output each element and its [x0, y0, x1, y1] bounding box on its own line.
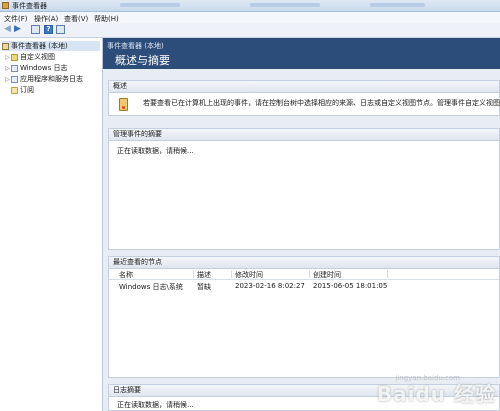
show-hide-console-tree-button[interactable] — [31, 25, 40, 34]
overview-text: 若要查看已在计算机上出现的事件，请在控制台树中选择相应的来源、日志或自定义视图节… — [143, 99, 500, 107]
admin-events-panel: 管理事件的摘要 正在读取数据，请稍候... — [108, 128, 500, 250]
forward-button[interactable]: ▶ — [13, 25, 22, 34]
event-log-icon — [119, 98, 128, 111]
subscription-icon — [11, 86, 18, 94]
tree-item-label: 应用程序和服务日志 — [20, 75, 83, 83]
tree-item-label: 订阅 — [20, 86, 34, 94]
tree-root-label: 事件查看器 (本地) — [11, 42, 68, 50]
table-row[interactable]: Windows 日志\系统 暂缺 2023-02-16 8:02:27 2015… — [109, 281, 499, 291]
toolbar: ◀ ▶ ? — [0, 23, 500, 38]
loading-text: 正在读取数据，请稍候... — [117, 401, 194, 409]
forward-arrow-icon: ▶ — [14, 24, 21, 34]
cell-description: 暂缺 — [197, 283, 211, 291]
help-icon: ? — [46, 25, 51, 33]
cell-name: Windows 日志\系统 — [119, 283, 183, 291]
column-header-modified[interactable]: 修改时间 — [235, 270, 263, 280]
event-viewer-icon — [2, 42, 9, 50]
help-button[interactable]: ? — [44, 25, 53, 34]
blurred-tab — [120, 3, 180, 7]
expand-arrow-icon[interactable]: ▷ — [4, 54, 11, 61]
recent-nodes-panel: 最近查看的节点 名称 描述 修改时间 创建时间 Windows 日志\系统 暂缺… — [108, 256, 500, 378]
blurred-tab — [370, 3, 425, 7]
blurred-tab — [250, 3, 320, 7]
column-header-created[interactable]: 创建时间 — [313, 270, 341, 280]
folder-icon — [11, 53, 18, 61]
panel-title: 最近查看的节点 — [113, 258, 162, 266]
table-header: 名称 描述 修改时间 创建时间 — [109, 269, 499, 280]
column-header-description[interactable]: 描述 — [197, 270, 211, 280]
event-viewer-app-icon — [2, 2, 9, 9]
menu-bar: 文件(F) 操作(A) 查看(V) 帮助(H) — [0, 12, 500, 23]
panel-title: 日志摘要 — [113, 386, 141, 394]
cell-created: 2015-06-05 18:01:05 — [313, 282, 388, 290]
loading-text: 正在读取数据，请稍候... — [117, 147, 194, 155]
tree-item-windows-logs[interactable]: ▷ Windows 日志 — [4, 63, 67, 73]
breadcrumb: 事件查看器 (本地) — [107, 42, 164, 50]
panel-title: 概述 — [113, 82, 127, 90]
tree-item-subscriptions[interactable]: 订阅 — [4, 85, 34, 95]
title-bar: 事件查看器 — [0, 0, 500, 12]
watermark-url: jingyan.baidu.com — [395, 374, 460, 382]
back-button[interactable]: ◀ — [3, 25, 12, 34]
tree-item-label: 自定义视图 — [20, 53, 55, 61]
content-header: 事件查看器 (本地) 概述与摘要 — [103, 38, 500, 69]
console-tree: 事件查看器 (本地) ▷ 自定义视图 ▷ Windows 日志 ▷ 应用程序和服… — [0, 38, 103, 411]
watermark: jingyan.baidu.com Baidu 经验 — [376, 374, 496, 407]
tree-root-event-viewer[interactable]: 事件查看器 (本地) — [2, 41, 100, 51]
tree-item-custom-views[interactable]: ▷ 自定义视图 — [4, 52, 55, 62]
main-content: 事件查看器 (本地) 概述与摘要 概述 若要查看已在计算机上出现的事件，请在控制… — [103, 38, 500, 411]
expand-arrow-icon[interactable]: ▷ — [4, 76, 11, 83]
column-header-name[interactable]: 名称 — [119, 270, 133, 280]
cell-modified: 2023-02-16 8:02:27 — [235, 282, 305, 290]
overview-panel-header[interactable]: 概述 — [109, 81, 499, 93]
panel-title: 管理事件的摘要 — [113, 130, 162, 138]
log-folder-icon — [11, 75, 18, 83]
expand-arrow-icon[interactable]: ▷ — [4, 65, 11, 72]
recent-nodes-panel-header[interactable]: 最近查看的节点 — [109, 257, 499, 269]
properties-button[interactable] — [56, 25, 65, 34]
tree-item-app-service-logs[interactable]: ▷ 应用程序和服务日志 — [4, 74, 83, 84]
page-title: 概述与摘要 — [115, 54, 170, 67]
window-title: 事件查看器 — [12, 2, 47, 10]
tree-item-label: Windows 日志 — [20, 64, 68, 72]
watermark-brand: Baidu 经验 — [376, 382, 496, 406]
log-folder-icon — [11, 64, 18, 72]
overview-panel: 概述 若要查看已在计算机上出现的事件，请在控制台树中选择相应的来源、日志或自定义… — [108, 80, 500, 116]
admin-events-panel-header[interactable]: 管理事件的摘要 — [109, 129, 499, 141]
back-arrow-icon: ◀ — [4, 24, 11, 34]
